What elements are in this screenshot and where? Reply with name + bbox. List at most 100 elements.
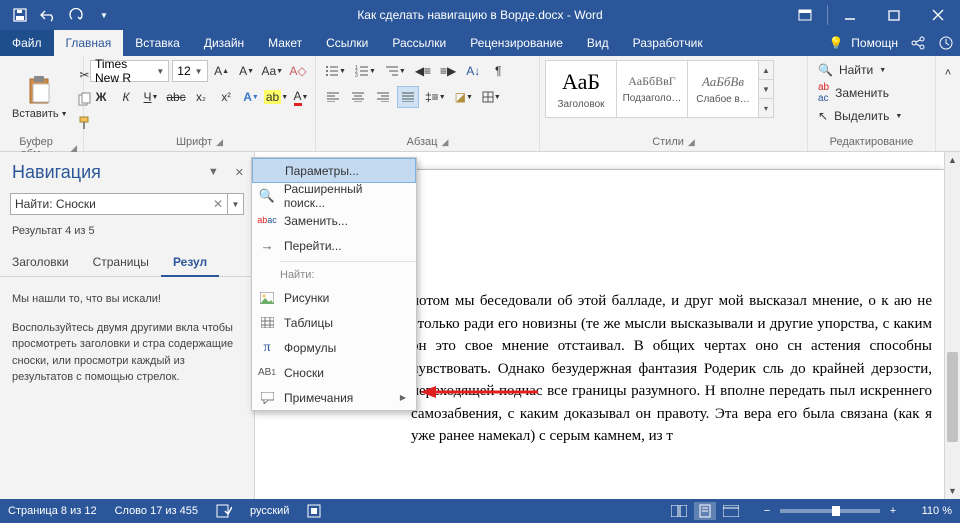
nav-tab-results[interactable]: Резул bbox=[161, 249, 219, 277]
tell-me[interactable]: 💡 Помощн bbox=[821, 30, 904, 56]
tab-home[interactable]: Главная bbox=[54, 30, 124, 56]
undo-button[interactable] bbox=[34, 1, 62, 29]
status-language[interactable]: русский bbox=[250, 505, 289, 517]
tell-me-label: Помощн bbox=[851, 36, 898, 50]
view-read-mode[interactable] bbox=[668, 502, 690, 520]
menu-pictures[interactable]: Рисунки bbox=[252, 285, 416, 310]
nav-search-input[interactable]: Найти: Сноски ✕ bbox=[10, 193, 228, 215]
view-switcher bbox=[668, 502, 742, 520]
redo-button[interactable] bbox=[62, 1, 90, 29]
window-controls bbox=[783, 0, 960, 30]
statusbar: Страница 8 из 12 Слово 17 из 455 русский… bbox=[0, 499, 960, 523]
style-subheading[interactable]: АаБбВвГПодзаголо… bbox=[616, 60, 688, 118]
scroll-down-button[interactable]: ▼ bbox=[945, 483, 960, 499]
nav-search-dropdown[interactable]: ▼ bbox=[228, 193, 244, 215]
nav-pane-dropdown[interactable]: ▼ bbox=[208, 166, 219, 179]
replace-button[interactable]: abacЗаменить bbox=[814, 81, 929, 105]
zoom-out-button[interactable]: − bbox=[760, 505, 774, 517]
grow-font-button[interactable]: A▲ bbox=[211, 60, 233, 82]
status-macros[interactable] bbox=[307, 504, 321, 518]
text-effects-button[interactable]: A▼ bbox=[240, 86, 262, 108]
tab-review[interactable]: Рецензирование bbox=[458, 30, 575, 56]
tab-view[interactable]: Вид bbox=[575, 30, 621, 56]
italic-button[interactable]: К bbox=[115, 86, 137, 108]
navigation-title: Навигация bbox=[12, 162, 101, 183]
menu-goto[interactable]: →Перейти... bbox=[252, 233, 416, 258]
history-button[interactable] bbox=[932, 30, 960, 56]
nav-found-body: Воспользуйтесь двумя другими вкла чтобы … bbox=[12, 320, 242, 386]
nav-tab-headings[interactable]: Заголовки bbox=[0, 249, 81, 276]
paste-button[interactable]: Вставить▼ bbox=[6, 60, 74, 134]
menu-options[interactable]: Параметры... bbox=[252, 158, 416, 183]
status-page[interactable]: Страница 8 из 12 bbox=[8, 505, 97, 517]
status-words[interactable]: Слово 17 из 455 bbox=[115, 505, 198, 517]
menu-advanced-search[interactable]: 🔍Расширенный поиск... bbox=[252, 183, 416, 208]
strikethrough-button[interactable]: abc bbox=[165, 86, 187, 108]
tab-layout[interactable]: Макет bbox=[256, 30, 314, 56]
menu-tables[interactable]: Таблицы bbox=[252, 310, 416, 335]
align-center-button[interactable] bbox=[347, 86, 369, 108]
multilevel-button[interactable]: ▼ bbox=[382, 60, 409, 82]
zoom-in-button[interactable]: + bbox=[886, 505, 900, 517]
shading-button[interactable]: ◪▼ bbox=[452, 86, 476, 108]
vertical-scrollbar[interactable]: ▲ ▼ bbox=[944, 152, 960, 499]
sort-button[interactable]: A↓ bbox=[462, 60, 484, 82]
nav-search-clear[interactable]: ✕ bbox=[213, 197, 223, 211]
menu-comments[interactable]: Примечания▶ bbox=[252, 385, 416, 410]
zoom-slider-thumb[interactable] bbox=[832, 506, 840, 516]
share-button[interactable] bbox=[904, 30, 932, 56]
numbering-button[interactable]: 123▼ bbox=[352, 60, 379, 82]
view-web-layout[interactable] bbox=[720, 502, 742, 520]
subscript-button[interactable]: x₂ bbox=[190, 86, 212, 108]
justify-button[interactable] bbox=[397, 86, 419, 108]
nav-pane-close[interactable]: ✕ bbox=[235, 166, 244, 179]
nav-found-header: Мы нашли то, что вы искали! bbox=[12, 291, 242, 308]
style-heading[interactable]: АаБЗаголовок bbox=[545, 60, 617, 118]
tab-design[interactable]: Дизайн bbox=[192, 30, 256, 56]
tab-developer[interactable]: Разработчик bbox=[621, 30, 715, 56]
tab-insert[interactable]: Вставка bbox=[123, 30, 192, 56]
collapse-ribbon-button[interactable]: ˄ bbox=[937, 62, 959, 84]
align-right-button[interactable] bbox=[372, 86, 394, 108]
superscript-button[interactable]: x² bbox=[215, 86, 237, 108]
increase-indent-button[interactable]: ≡▶ bbox=[437, 60, 459, 82]
save-button[interactable] bbox=[6, 1, 34, 29]
bullets-button[interactable]: ▼ bbox=[322, 60, 349, 82]
decrease-indent-button[interactable]: ◀≡ bbox=[412, 60, 434, 82]
borders-button[interactable]: ▼ bbox=[479, 86, 504, 108]
close-button[interactable] bbox=[916, 0, 960, 30]
menu-formulas[interactable]: πФормулы bbox=[252, 335, 416, 360]
underline-button[interactable]: Ч▼ bbox=[140, 86, 162, 108]
find-button[interactable]: 🔍Найти▼ bbox=[814, 62, 929, 78]
align-left-button[interactable] bbox=[322, 86, 344, 108]
bold-button[interactable]: Ж bbox=[90, 86, 112, 108]
select-button[interactable]: ↖Выделить▼ bbox=[814, 108, 929, 124]
show-marks-button[interactable]: ¶ bbox=[487, 60, 509, 82]
maximize-button[interactable] bbox=[872, 0, 916, 30]
ribbon-display-options[interactable] bbox=[783, 0, 827, 30]
menu-footnotes[interactable]: AB1Сноски bbox=[252, 360, 416, 385]
status-spellcheck[interactable] bbox=[216, 504, 232, 518]
line-spacing-button[interactable]: ‡≡▼ bbox=[422, 86, 449, 108]
menu-replace[interactable]: abacЗаменить... bbox=[252, 208, 416, 233]
zoom-level[interactable]: 110 % bbox=[906, 505, 952, 517]
view-print-layout[interactable] bbox=[694, 502, 716, 520]
font-size-combo[interactable]: 12▼ bbox=[172, 60, 207, 82]
tab-references[interactable]: Ссылки bbox=[314, 30, 380, 56]
font-family-combo[interactable]: Times New R▼ bbox=[90, 60, 169, 82]
minimize-button[interactable] bbox=[828, 0, 872, 30]
tab-mailings[interactable]: Рассылки bbox=[380, 30, 458, 56]
zoom-slider[interactable] bbox=[780, 509, 880, 513]
style-weak-highlight[interactable]: АаБбВвСлабое в… bbox=[687, 60, 759, 118]
highlight-button[interactable]: ab▼ bbox=[265, 86, 287, 108]
clear-formatting-button[interactable]: A◇ bbox=[287, 60, 309, 82]
scroll-thumb[interactable] bbox=[947, 352, 958, 442]
styles-gallery-scroll[interactable]: ▲▼▾ bbox=[758, 60, 774, 118]
scroll-up-button[interactable]: ▲ bbox=[945, 152, 960, 168]
font-color-button[interactable]: A▼ bbox=[290, 86, 312, 108]
change-case-button[interactable]: Aa▼ bbox=[261, 60, 284, 82]
tab-file[interactable]: Файл bbox=[0, 30, 54, 56]
nav-tab-pages[interactable]: Страницы bbox=[81, 249, 161, 276]
qat-customize-button[interactable]: ▼ bbox=[90, 1, 118, 29]
shrink-font-button[interactable]: A▼ bbox=[236, 60, 258, 82]
